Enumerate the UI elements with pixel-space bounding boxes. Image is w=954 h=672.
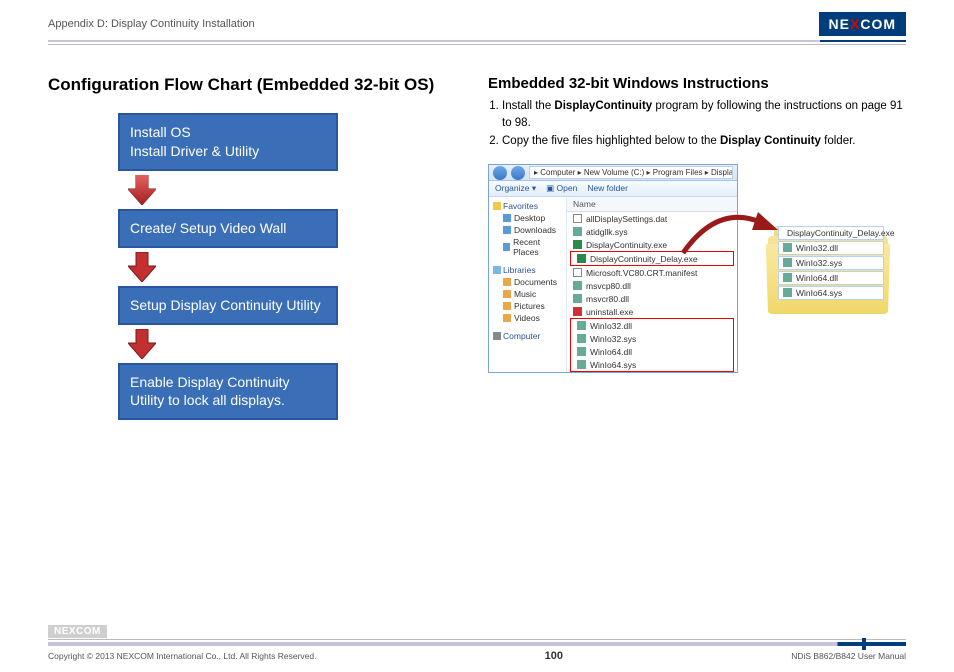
footer-rule-thin: [48, 639, 906, 640]
copyright: Copyright © 2013 NEXCOM International Co…: [48, 651, 316, 661]
organize-menu: Organize ▾: [495, 183, 536, 194]
file-row: Microsoft.VC80.CRT.manifest: [567, 266, 737, 279]
sidebar-favorites: Favorites: [491, 200, 564, 212]
instruction-2: Copy the five files highlighted below to…: [502, 133, 906, 150]
nexcom-logo: NEXCOM: [819, 12, 906, 36]
flow-step-3: Setup Display Continuity Utility: [118, 286, 338, 325]
sidebar-documents: Documents: [491, 276, 564, 288]
appendix-title: Appendix D: Display Continuity Installat…: [48, 18, 255, 30]
sidebar-downloads: Downloads: [491, 224, 564, 236]
explorer-sidebar: Favorites Desktop Downloads Recent Place…: [489, 197, 567, 372]
curved-arrow-icon: [678, 198, 788, 268]
flow-step-2: Create/ Setup Video Wall: [118, 209, 338, 248]
breadcrumb: ▸ Computer ▸ New Volume (C:) ▸ Program F…: [529, 166, 733, 179]
manual-name: NDiS B862/B842 User Manual: [791, 651, 906, 661]
instructions-heading: Embedded 32-bit Windows Instructions: [488, 75, 906, 92]
file-row: WinIo32.sys: [571, 332, 733, 345]
arrow-down-icon: [128, 329, 458, 359]
file-row: uninstall.exe: [567, 305, 737, 318]
arrow-down-icon: [128, 252, 458, 282]
sidebar-videos: Videos: [491, 312, 564, 324]
sidebar-computer: Computer: [491, 330, 564, 342]
explorer-toolbar: Organize ▾ ▣ Open New folder: [489, 181, 737, 197]
file-row: WinIo32.dll: [571, 319, 733, 332]
sidebar-music: Music: [491, 288, 564, 300]
footer-logo: NEXCOM: [48, 625, 107, 638]
instructions-list: Install the DisplayContinuity program by…: [488, 98, 906, 150]
file-row: DisplayContinuity_Delay.exe: [778, 226, 884, 240]
file-row: WinIo64.sys: [778, 286, 884, 300]
screenshot-composite: ▸ Computer ▸ New Volume (C:) ▸ Program F…: [488, 164, 906, 373]
highlight-red-2: WinIo32.dll WinIo32.sys WinIo64.dll WinI…: [570, 318, 734, 372]
windows-explorer: ▸ Computer ▸ New Volume (C:) ▸ Program F…: [488, 164, 738, 373]
file-row: msvcp80.dll: [567, 279, 737, 292]
folder-contents: DisplayContinuity_Delay.exe WinIo32.dll …: [778, 226, 884, 301]
new-folder-button: New folder: [587, 183, 628, 194]
page-number: 100: [545, 650, 563, 662]
flow-step-1: Install OS Install Driver & Utility: [118, 113, 338, 171]
file-row: WinIo32.sys: [778, 256, 884, 270]
sidebar-pictures: Pictures: [491, 300, 564, 312]
arrow-down-icon: [128, 175, 458, 205]
page-title: Configuration Flow Chart (Embedded 32-bi…: [48, 75, 458, 95]
back-button-icon: [493, 166, 507, 180]
open-button: ▣ Open: [546, 183, 577, 194]
header-rule: [48, 40, 906, 42]
sidebar-libraries: Libraries: [491, 264, 564, 276]
file-row: msvcr80.dll: [567, 292, 737, 305]
forward-button-icon: [511, 166, 525, 180]
instruction-1: Install the DisplayContinuity program by…: [502, 98, 906, 131]
target-folder: DisplayContinuity_Delay.exe WinIo32.dll …: [748, 224, 898, 314]
flow-chart: Install OS Install Driver & Utility Crea…: [48, 113, 458, 420]
explorer-titlebar: ▸ Computer ▸ New Volume (C:) ▸ Program F…: [489, 165, 737, 181]
sidebar-desktop: Desktop: [491, 212, 564, 224]
file-row: WinIo64.sys: [571, 358, 733, 371]
file-row: WinIo64.dll: [571, 345, 733, 358]
file-row: WinIo32.dll: [778, 241, 884, 255]
file-row: WinIo64.dll: [778, 271, 884, 285]
footer-rule: [48, 642, 906, 646]
flow-step-4: Enable Display Continuity Utility to loc…: [118, 363, 338, 421]
sidebar-recent: Recent Places: [491, 236, 564, 258]
